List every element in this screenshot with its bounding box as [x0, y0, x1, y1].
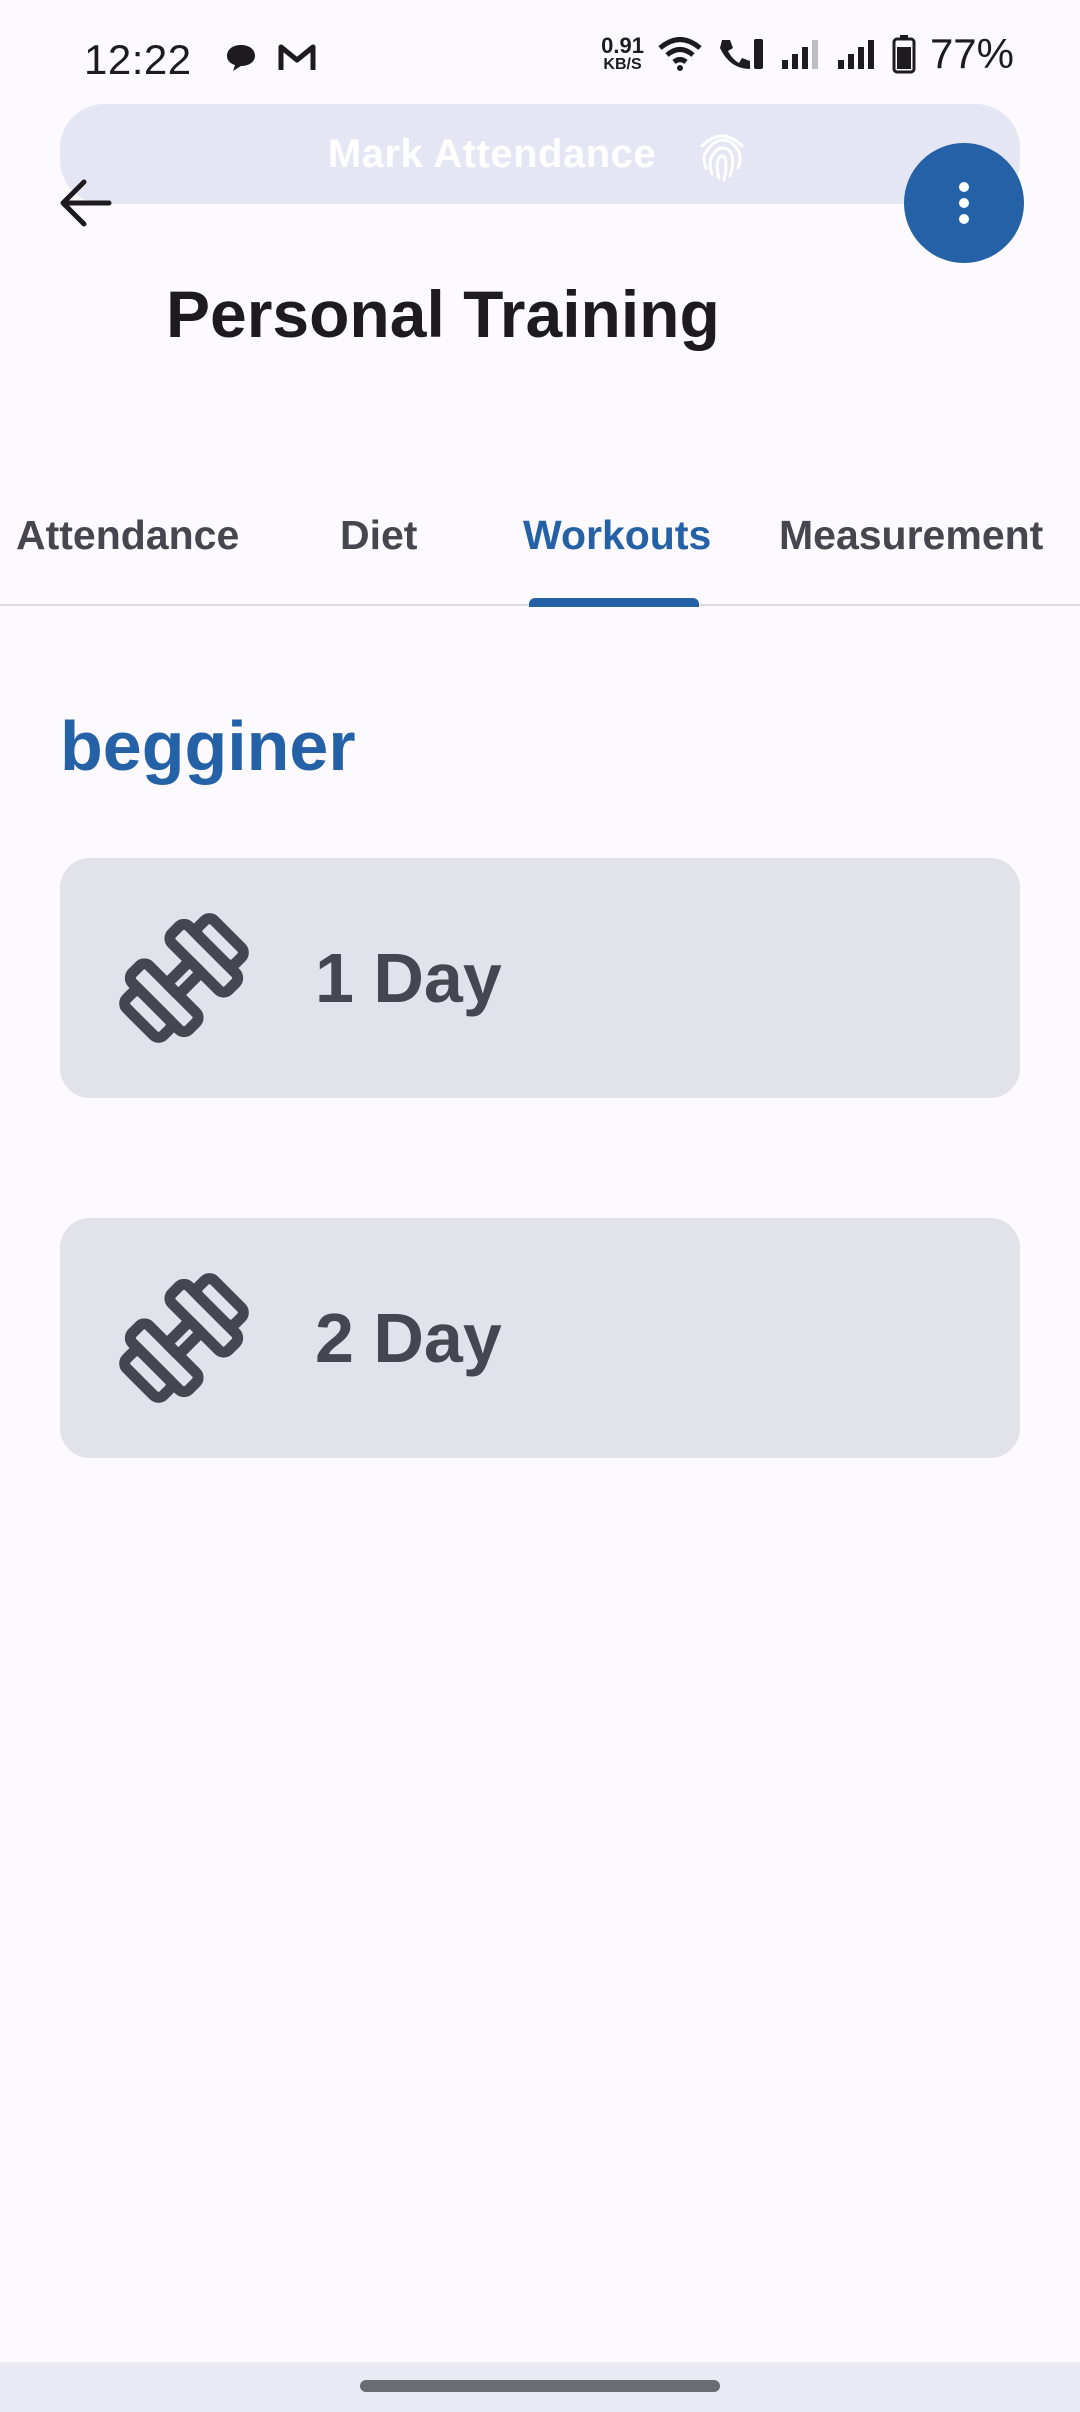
mark-attendance-button[interactable]: Mark Attendance: [60, 104, 1020, 204]
gmail-icon: [278, 44, 316, 70]
wifi-call-icon: [719, 39, 763, 69]
network-speed-value: 0.91: [601, 33, 644, 58]
more-vert-icon: [959, 182, 969, 224]
status-notification-icons: [224, 42, 316, 74]
active-tab-indicator: [529, 598, 699, 607]
tab-measurement[interactable]: Measurement: [779, 512, 1043, 559]
more-options-button[interactable]: [904, 143, 1024, 263]
workout-card[interactable]: 2 Day: [60, 1218, 1020, 1458]
fingerprint-icon: [700, 134, 744, 182]
section-title: begginer: [60, 707, 356, 785]
battery-icon: [892, 35, 916, 74]
status-time: 12:22: [84, 36, 192, 83]
dumbbell-icon: [119, 913, 249, 1043]
workout-card[interactable]: 1 Day: [60, 858, 1020, 1098]
status-bar: 12:22 0.91 KB/S 77%: [0, 0, 1080, 110]
arrow-left-icon: [60, 179, 112, 227]
status-system-icons: 0.91 KB/S 77%: [601, 30, 1014, 78]
mark-attendance-label: Mark Attendance: [327, 131, 657, 176]
tab-attendance[interactable]: Attendance: [16, 512, 239, 559]
battery-percentage: 77%: [929, 30, 1014, 77]
screen: 12:22 0.91 KB/S 77% Mark Attendance Pers…: [0, 0, 1080, 2412]
back-button[interactable]: [50, 168, 120, 238]
workout-card-label: 2 Day: [315, 1299, 502, 1377]
tab-workouts[interactable]: Workouts: [523, 512, 711, 559]
wifi-icon: [658, 37, 702, 71]
tab-bar: Attendance Diet Workouts Measurement: [0, 500, 1080, 606]
signal-icon: [837, 40, 874, 69]
tab-diet[interactable]: Diet: [340, 512, 417, 559]
dumbbell-icon: [119, 1273, 249, 1403]
home-gesture-handle[interactable]: [360, 2380, 720, 2392]
network-speed: 0.91 KB/S: [601, 35, 644, 73]
workout-card-label: 1 Day: [315, 939, 502, 1017]
page-title: Personal Training: [166, 277, 720, 351]
chat-bubble-icon: [227, 45, 255, 71]
network-speed-unit: KB/S: [603, 56, 642, 73]
signal-icon: [781, 40, 818, 69]
